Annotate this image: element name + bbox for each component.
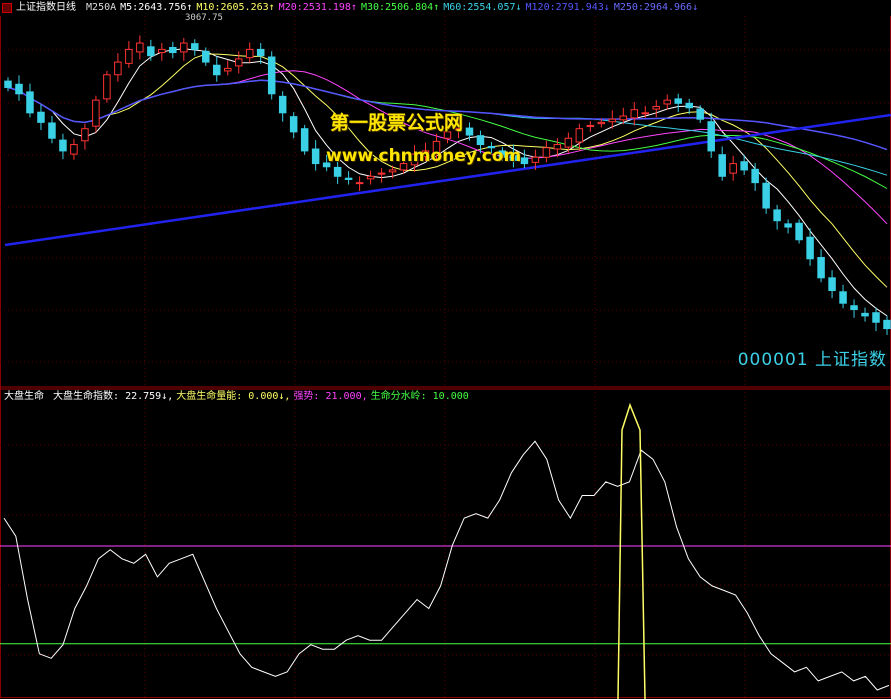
ma-legend-item: M120:2791.943↓ (525, 2, 610, 13)
candle-body (861, 312, 869, 317)
ma-legend-item: M20:2531.198↑ (278, 2, 357, 13)
candlesticks (4, 35, 891, 335)
candle-body (48, 122, 56, 139)
candle-body (663, 99, 672, 105)
ma-legend: M250A M5:2643.756↑ M10:2605.263↑ M20:2531.1… (86, 2, 702, 13)
menu-icon[interactable] (2, 3, 12, 13)
candle-body (158, 48, 166, 54)
candle-body (520, 157, 529, 165)
candle-body (553, 144, 562, 150)
candle-body (597, 121, 606, 125)
candle-body (751, 168, 759, 184)
candle-body (26, 91, 34, 114)
watermark-url: www.chnmoney.com (326, 146, 522, 166)
candle-body (191, 43, 199, 50)
candle-body (476, 135, 485, 146)
candle-body (465, 127, 474, 136)
candle-body (59, 139, 67, 152)
ma-legend-item: M10:2605.263↑ (196, 2, 275, 13)
ma-legend-item: M30:2506.804↑ (360, 2, 440, 13)
candle-body (806, 236, 814, 260)
candle-body (125, 48, 133, 64)
stock-code-label: 000001 上证指数 (737, 350, 887, 370)
candle-body (311, 148, 320, 165)
sub-legend-item: 强势: 21.000, (293, 391, 368, 402)
sub-indicator-name: 大盘生命 (4, 391, 44, 402)
candle-body (850, 305, 858, 311)
candle-body (740, 161, 748, 171)
candle-body (531, 156, 540, 163)
candle-body (377, 172, 386, 175)
candle-body (795, 222, 803, 241)
candle-body (817, 257, 825, 279)
candle-body (256, 48, 265, 57)
life-index-line (3, 440, 890, 691)
candle-body (641, 112, 650, 115)
candle-body (267, 56, 276, 95)
candle-body (828, 277, 836, 292)
watermark-name: 第一股票公式网 (330, 112, 464, 134)
candle-body (223, 67, 232, 72)
candle-body (202, 50, 210, 63)
candle-body (652, 105, 661, 110)
candle-body (872, 312, 880, 323)
candle-body (15, 83, 23, 95)
candle-body (92, 99, 100, 127)
candle-body (344, 177, 353, 180)
candle-body (542, 147, 551, 158)
candle-body (103, 74, 111, 100)
candle-body (289, 116, 298, 133)
candle-body (180, 42, 188, 53)
candle-body (674, 98, 682, 104)
chart-title: 上证指数日线 (16, 2, 76, 13)
candle-body (608, 118, 617, 123)
candle-body (169, 46, 177, 54)
candle-body (784, 223, 792, 228)
candle-body (37, 111, 45, 123)
candle-body (234, 58, 243, 67)
ma-legend-item: M250:2964.966↓ (613, 2, 699, 13)
candle-body (586, 125, 595, 128)
candle-body (773, 209, 781, 222)
candle-body (300, 128, 309, 152)
candle-body (564, 137, 573, 148)
candle-body (355, 182, 364, 185)
price-label: 3067.75 (185, 13, 223, 23)
candle-body (70, 144, 78, 155)
candle-body (114, 61, 122, 76)
candle-body (619, 115, 628, 121)
candle-body (147, 46, 155, 57)
candle-body (4, 80, 12, 88)
sub-legend-item: 生命分水岭: 10.000 (370, 391, 469, 402)
candle-body (707, 121, 715, 152)
candle-body (729, 163, 737, 174)
candle-body (81, 128, 89, 142)
ma-legend-item: M250A (86, 2, 117, 13)
candle-body (696, 108, 704, 120)
candle-body (883, 319, 891, 330)
candle-body (718, 154, 726, 177)
candle-body (366, 175, 375, 180)
candle-body (388, 169, 397, 173)
candle-body (136, 42, 144, 53)
chart-header: 上证指数日线 M250A M5:2643.756↑ M10:2605.263↑ M20… (0, 0, 891, 16)
sub-legend-item: 大盘生命量能: 0.000↓, (176, 391, 291, 402)
candle-body (839, 291, 847, 304)
sub-indicator-items: 大盘生命指数: 22.759↓, 大盘生命量能: 0.000↓, 强势: 21.00… (53, 391, 472, 402)
candle-body (575, 128, 584, 143)
sub-indicator-legend: 大盘生命 大盘生命指数: 22.759↓, 大盘生命量能: 0.000↓, 强势: … (4, 390, 475, 404)
candle-body (630, 109, 639, 119)
candle-body (762, 182, 770, 209)
candle-body (685, 102, 693, 109)
candle-body (213, 64, 221, 76)
sub-legend-item: 大盘生命指数: 22.759↓, (53, 391, 174, 402)
ma-legend-item: M60:2554.057↓ (443, 2, 522, 13)
ma-legend-item: M5:2643.756↑ (120, 2, 193, 13)
candle-body (278, 95, 287, 114)
candle-body (333, 166, 342, 177)
candle-body (245, 48, 254, 59)
